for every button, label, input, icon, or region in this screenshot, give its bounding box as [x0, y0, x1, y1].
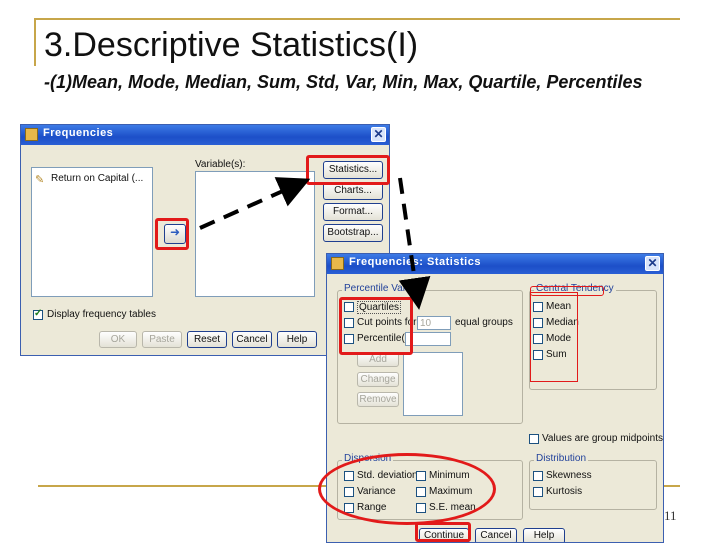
- highlight-percentile-checkboxes: [339, 297, 413, 355]
- source-variable-list[interactable]: ✎ Return on Capital (...: [31, 167, 153, 297]
- ok-button[interactable]: OK: [99, 331, 137, 348]
- ruler-icon: ✎: [35, 174, 45, 186]
- percentile-values-title: Percentile Values: [342, 283, 424, 294]
- slide-border-bottom-right: [664, 485, 680, 487]
- app-icon: [25, 128, 38, 141]
- reset-button[interactable]: Reset: [187, 331, 227, 348]
- paste-button[interactable]: Paste: [142, 331, 182, 348]
- kurtosis-label: Kurtosis: [546, 486, 583, 497]
- slide-border-top: [34, 18, 680, 20]
- slide-border-bottom: [38, 485, 334, 487]
- display-frequency-tables-label: Display frequency tables: [47, 309, 156, 320]
- list-item-label: Return on Capital (...: [51, 173, 144, 184]
- highlight-dispersion: [318, 453, 496, 525]
- page-number: 11: [664, 508, 677, 523]
- cancel-button[interactable]: Cancel: [232, 331, 272, 348]
- highlight-continue-button: [415, 522, 471, 542]
- skewness-checkbox[interactable]: [533, 471, 543, 481]
- app-icon: [331, 257, 344, 270]
- highlight-central-tendency: [530, 292, 578, 382]
- group-midpoints-label: Values are group midpoints: [542, 433, 663, 444]
- skewness-label: Skewness: [546, 470, 592, 481]
- format-button[interactable]: Format...: [323, 203, 383, 221]
- close-icon[interactable]: ✕: [371, 127, 386, 142]
- change-button[interactable]: Change: [357, 372, 399, 387]
- distribution-title: Distribution: [534, 453, 589, 464]
- highlight-central-top: [530, 286, 604, 296]
- help-button[interactable]: Help: [277, 331, 317, 348]
- highlight-statistics-button: [306, 155, 390, 185]
- display-frequency-tables-checkbox[interactable]: [33, 308, 43, 320]
- slide-border-left: [34, 18, 36, 66]
- slide-subtitle: -(1)Mean, Mode, Median, Sum, Std, Var, M…: [44, 72, 643, 92]
- statistics-titlebar[interactable]: Frequencies: Statistics ✕: [327, 254, 663, 274]
- frequencies-titlebar[interactable]: Frequencies ✕: [21, 125, 389, 145]
- equal-groups-label: equal groups: [455, 317, 513, 328]
- percentile-list[interactable]: [403, 352, 463, 416]
- help-button[interactable]: Help: [523, 528, 565, 542]
- statistics-title: Frequencies: Statistics: [349, 256, 481, 268]
- cancel-button[interactable]: Cancel: [475, 528, 517, 542]
- remove-button[interactable]: Remove: [357, 392, 399, 407]
- close-icon[interactable]: ✕: [645, 256, 660, 271]
- frequencies-title: Frequencies: [43, 127, 114, 139]
- variables-list[interactable]: [195, 171, 315, 297]
- kurtosis-checkbox[interactable]: [533, 487, 543, 497]
- cut-points-field[interactable]: 10: [417, 316, 451, 330]
- distribution-group: [529, 460, 657, 510]
- group-midpoints-checkbox[interactable]: [529, 434, 539, 444]
- variables-label: Variable(s):: [195, 159, 246, 170]
- bootstrap-button[interactable]: Bootstrap...: [323, 224, 383, 242]
- slide-title: 3.Descriptive Statistics(I): [44, 26, 419, 64]
- cut-points-value: 10: [420, 318, 432, 329]
- highlight-move-arrow: [155, 218, 189, 250]
